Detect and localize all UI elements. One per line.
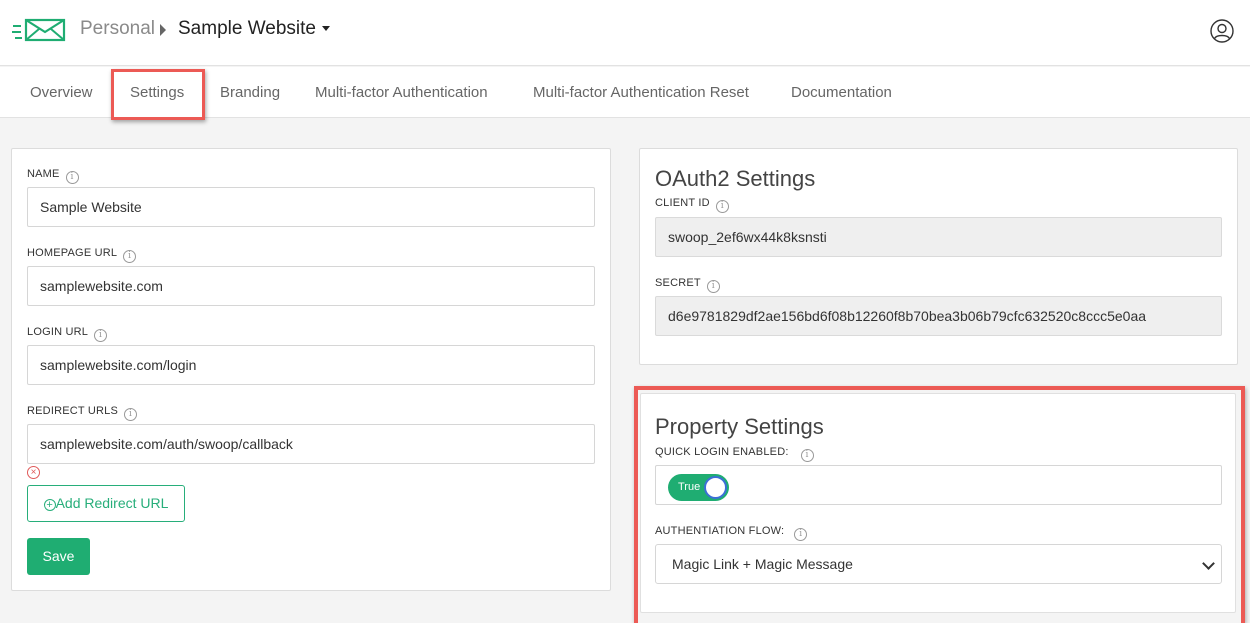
secret-field[interactable]: d6e9781829df2ae156bd6f08b12260f8b70bea3b…	[655, 296, 1222, 336]
auth-flow-selected-value: Magic Link + Magic Message	[672, 556, 853, 572]
login-url-label-text: LOGIN URL	[27, 326, 89, 338]
breadcrumb-separator-icon	[160, 24, 166, 36]
plus-circle-icon: +	[43, 499, 56, 511]
tab-multi-factor-authentication-reset[interactable]: Multi-factor Authentication Reset	[533, 84, 749, 101]
breadcrumb-org[interactable]: Personal	[80, 18, 155, 40]
quick-login-label: QUICK LOGIN ENABLED: i	[655, 446, 814, 462]
homepage-url-label: HOMEPAGE URL i	[27, 247, 137, 263]
info-icon[interactable]: i	[65, 171, 79, 184]
oauth2-settings-title: OAuth2 Settings	[655, 166, 816, 191]
tab-settings-highlight	[111, 69, 205, 120]
add-redirect-url-label: Add Redirect URL	[55, 495, 169, 511]
info-icon[interactable]: i	[706, 280, 720, 293]
property-settings-title: Property Settings	[655, 414, 824, 439]
save-button[interactable]: Save	[27, 538, 90, 575]
info-icon[interactable]: i	[715, 200, 729, 213]
info-icon[interactable]: i	[800, 449, 814, 462]
envelope-logo-icon[interactable]	[12, 17, 68, 43]
site-switcher-dropdown[interactable]: Sample Website	[178, 18, 330, 40]
chevron-down-icon	[1202, 557, 1215, 570]
redirect-urls-label: REDIRECT URLS i	[27, 405, 138, 421]
quick-login-field	[655, 465, 1222, 505]
auth-flow-label: AUTHENTIATION FLOW: i	[655, 525, 808, 541]
info-icon[interactable]: i	[794, 528, 808, 541]
info-icon[interactable]: i	[124, 408, 138, 421]
top-bar: Personal Sample Website	[0, 0, 1250, 66]
homepage-url-label-text: HOMEPAGE URL	[27, 247, 118, 259]
tab-branding[interactable]: Branding	[220, 84, 280, 101]
user-account-icon[interactable]	[1210, 19, 1234, 43]
client-id-label: CLIENT ID i	[655, 197, 729, 213]
remove-redirect-icon[interactable]: ×	[27, 466, 40, 479]
client-id-field[interactable]: swoop_2ef6wx44k8ksnsti	[655, 217, 1222, 257]
add-redirect-url-button[interactable]: + Add Redirect URL	[27, 485, 185, 522]
name-label: NAME i	[27, 168, 79, 184]
caret-down-icon	[322, 26, 330, 32]
quick-login-toggle-label: True	[678, 481, 701, 493]
redirect-urls-label-text: REDIRECT URLS	[27, 405, 119, 417]
info-icon[interactable]: i	[94, 329, 108, 342]
tab-multi-factor-authentication[interactable]: Multi-factor Authentication	[315, 84, 488, 101]
secret-label-text: SECRET	[655, 277, 701, 289]
tab-documentation[interactable]: Documentation	[791, 84, 892, 101]
toggle-knob	[704, 476, 727, 499]
site-switcher-label: Sample Website	[178, 18, 316, 39]
homepage-url-input[interactable]: samplewebsite.com	[27, 266, 595, 306]
name-input[interactable]: Sample Website	[27, 187, 595, 227]
quick-login-label-text: QUICK LOGIN ENABLED:	[655, 446, 789, 458]
tab-overview[interactable]: Overview	[30, 84, 93, 101]
info-icon[interactable]: i	[123, 250, 137, 263]
redirect-url-input[interactable]: samplewebsite.com/auth/swoop/callback	[27, 424, 595, 464]
auth-flow-label-text: AUTHENTIATION FLOW:	[655, 525, 785, 537]
login-url-label: LOGIN URL i	[27, 326, 108, 342]
client-id-label-text: CLIENT ID	[655, 197, 710, 209]
secret-label: SECRET i	[655, 277, 720, 293]
quick-login-toggle[interactable]: True	[668, 474, 729, 501]
auth-flow-select[interactable]: Magic Link + Magic Message	[655, 544, 1222, 584]
login-url-input[interactable]: samplewebsite.com/login	[27, 345, 595, 385]
name-label-text: NAME	[27, 168, 60, 180]
